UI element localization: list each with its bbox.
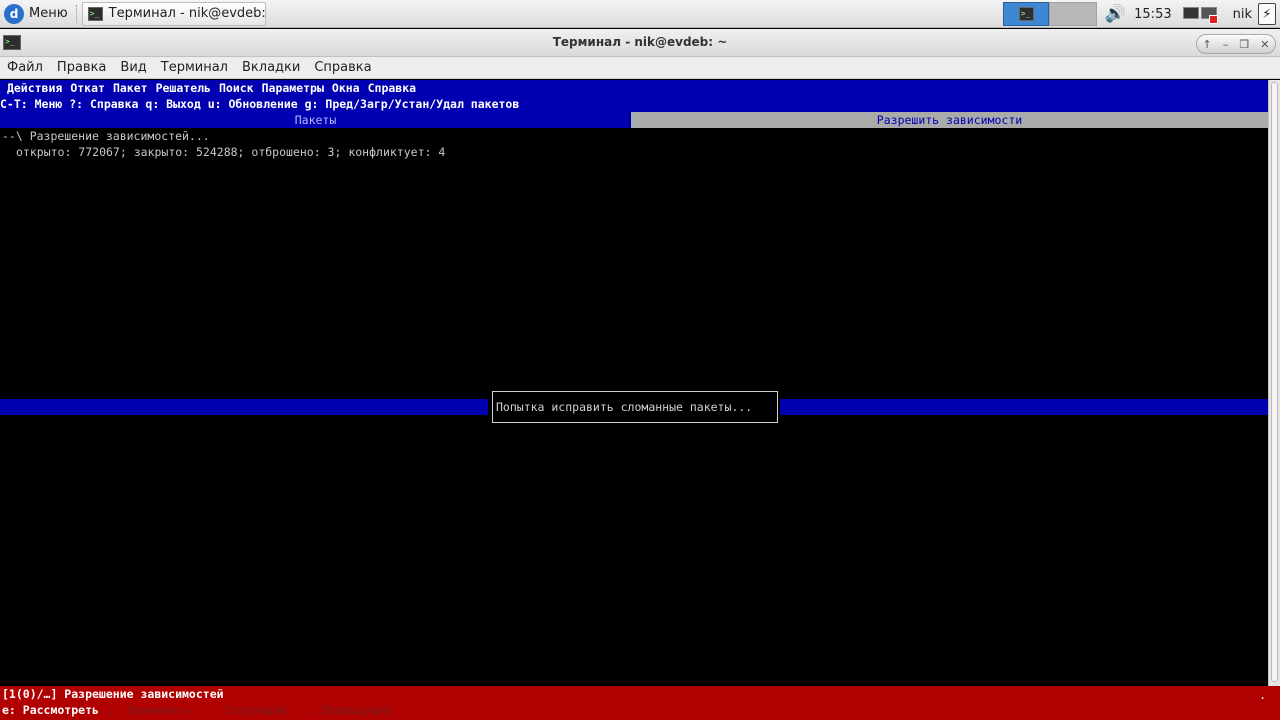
resolving-text: --\ Разрешение зависимостей... [2,129,210,143]
apt-menu-undo[interactable]: Откат [70,81,105,95]
other-keys: ,: Применить .: Следующий ,: Предыдущий [106,703,391,717]
progress-bar-left [0,399,488,415]
start-menu-label: Меню [29,6,68,21]
maximize-button[interactable]: ❐ [1239,38,1249,51]
menu-view[interactable]: Вид [113,60,153,75]
window-controls: ↑ – ❐ ✕ [1196,34,1276,54]
progress-bar-right [780,399,1268,415]
menu-terminal[interactable]: Терминал [154,60,235,75]
apt-menu-views[interactable]: Окна [332,81,360,95]
terminal-menubar: Файл Правка Вид Терминал Вкладки Справка [0,57,1280,79]
taskbar-separator [75,4,78,23]
aptitude-menu: Действия Откат Пакет Решатель Поиск Параметры… [0,80,1268,96]
apt-menu-options[interactable]: Параметры [262,81,324,95]
status-line-2: e: Рассмотреть ,: Применить .: Следующий … [2,702,391,718]
debian-logo-icon: d [4,3,24,24]
taskbar-terminal-task[interactable]: >_ Терминал - nik@evdeb:... [81,1,266,26]
workspace-1[interactable]: >_ [1003,2,1050,26]
scrollbar[interactable] [1268,80,1280,686]
window-titlebar[interactable]: >_ Терминал - nik@evdeb: ~ ↑ – ❐ ✕ [0,29,1280,57]
window-title: Терминал - nik@evdeb: ~ [552,35,728,49]
menu-edit[interactable]: Правка [50,60,113,75]
scrollbar-thumb[interactable] [1271,82,1278,682]
menu-file[interactable]: Файл [0,60,50,75]
terminal-icon: >_ [87,6,103,21]
shade-button[interactable]: ↑ [1203,38,1212,51]
aptitude-status-bar: [1(0)/…] Разрешение зависимостей e: Расс… [0,686,1280,720]
battery-icon[interactable]: ⚡ [1258,3,1276,25]
clock[interactable]: 15:53 [1129,7,1176,22]
apt-menu-resolver[interactable]: Решатель [156,81,211,95]
apt-menu-search[interactable]: Поиск [219,81,254,95]
aptitude-help-line: C-T: Меню ?: Справка q: Выход u: Обновле… [0,96,1268,112]
tab-resolve-dependencies[interactable]: Разрешить зависимости [631,112,1268,128]
status-dot: . [1259,688,1266,702]
menu-help[interactable]: Справка [307,60,378,75]
start-menu-button[interactable]: d Меню [0,0,74,28]
resolver-stats: открыто: 772067; закрыто: 524288; отброш… [16,145,446,159]
task-label: Терминал - nik@evdeb:... [108,6,266,21]
examine-key: e: Рассмотреть [2,703,99,717]
user-name[interactable]: nik [1231,7,1258,22]
apt-menu-actions[interactable]: Действия [7,81,62,95]
workspace-2[interactable] [1049,2,1098,26]
close-button[interactable]: ✕ [1260,38,1269,51]
status-line-1: [1(0)/…] Разрешение зависимостей [2,687,224,701]
apt-menu-package[interactable]: Пакет [113,81,148,95]
minimize-button[interactable]: – [1223,38,1229,51]
terminal-icon: >_ [1018,7,1034,21]
terminal-area[interactable]: Действия Откат Пакет Решатель Поиск Параметры… [0,80,1280,720]
taskbar: d Меню >_ Терминал - nik@evdeb:... >_ 🔊 … [0,0,1280,28]
network-icon[interactable] [1181,3,1227,25]
apt-menu-help[interactable]: Справка [368,81,416,95]
system-tray: >_ 🔊 15:53 nik ⚡ [1003,0,1280,28]
tab-packages[interactable]: Пакеты [0,112,631,128]
volume-icon[interactable]: 🔊 [1101,4,1129,24]
status-dialog: Попытка исправить сломанные пакеты... [492,391,778,423]
menu-tabs[interactable]: Вкладки [235,60,307,75]
